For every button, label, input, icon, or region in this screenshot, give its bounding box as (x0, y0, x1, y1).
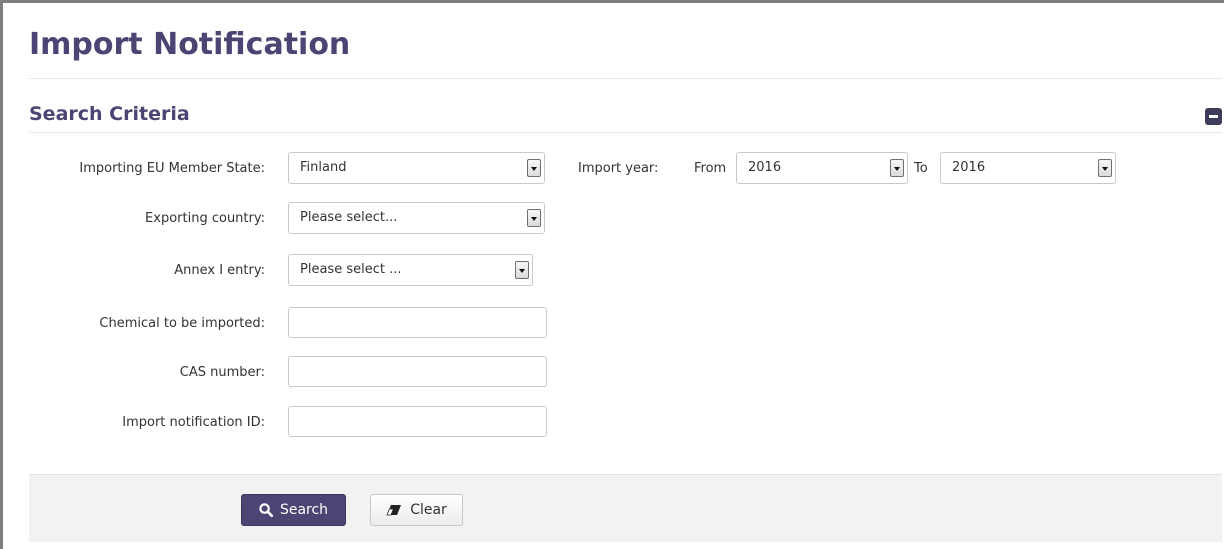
chemical-input[interactable] (288, 307, 547, 338)
page-title: Import Notification (29, 27, 351, 62)
chevron-down-icon[interactable] (515, 261, 529, 279)
import-year-from-select[interactable]: 2016 (736, 152, 908, 184)
chevron-down-icon[interactable] (890, 159, 904, 177)
eraser-icon (386, 505, 402, 516)
search-icon (259, 503, 273, 517)
notification-id-label: Import notification ID: (122, 415, 265, 430)
form-actions-bar: Search Clear (29, 474, 1222, 542)
section-title: Search Criteria (29, 103, 190, 125)
annex-entry-label: Annex I entry: (174, 263, 265, 278)
search-button-label: Search (279, 502, 329, 518)
chevron-down-icon[interactable] (527, 209, 541, 227)
annex-entry-value: Please select ... (300, 262, 402, 277)
search-criteria-header: Search Criteria (29, 101, 1222, 133)
app-window: Import Notification Search Criteria Impo… (0, 0, 1224, 549)
title-divider (29, 78, 1222, 79)
clear-button[interactable]: Clear (370, 494, 463, 526)
annex-entry-select[interactable]: Please select ... (288, 254, 533, 286)
chemical-label: Chemical to be imported: (99, 316, 265, 331)
exporting-country-label: Exporting country: (145, 211, 265, 226)
member-state-select[interactable]: Finland (288, 152, 545, 184)
import-year-to-select[interactable]: 2016 (940, 152, 1116, 184)
search-button[interactable]: Search (241, 494, 346, 526)
import-year-to-label: To (914, 161, 928, 176)
chevron-down-icon[interactable] (527, 159, 541, 177)
import-year-from-label: From (694, 161, 727, 176)
exporting-country-value: Please select... (300, 210, 398, 225)
chevron-down-icon[interactable] (1098, 159, 1112, 177)
cas-number-label: CAS number: (179, 365, 265, 380)
import-year-from-value: 2016 (748, 160, 782, 175)
import-year-to-value: 2016 (952, 160, 986, 175)
exporting-country-select[interactable]: Please select... (288, 202, 545, 234)
clear-button-label: Clear (410, 502, 447, 518)
notification-id-input[interactable] (288, 406, 547, 437)
collapse-icon[interactable] (1205, 108, 1222, 125)
import-year-label: Import year: (578, 161, 659, 176)
member-state-value: Finland (300, 160, 347, 175)
member-state-label: Importing EU Member State: (79, 161, 265, 176)
cas-number-input[interactable] (288, 356, 547, 387)
